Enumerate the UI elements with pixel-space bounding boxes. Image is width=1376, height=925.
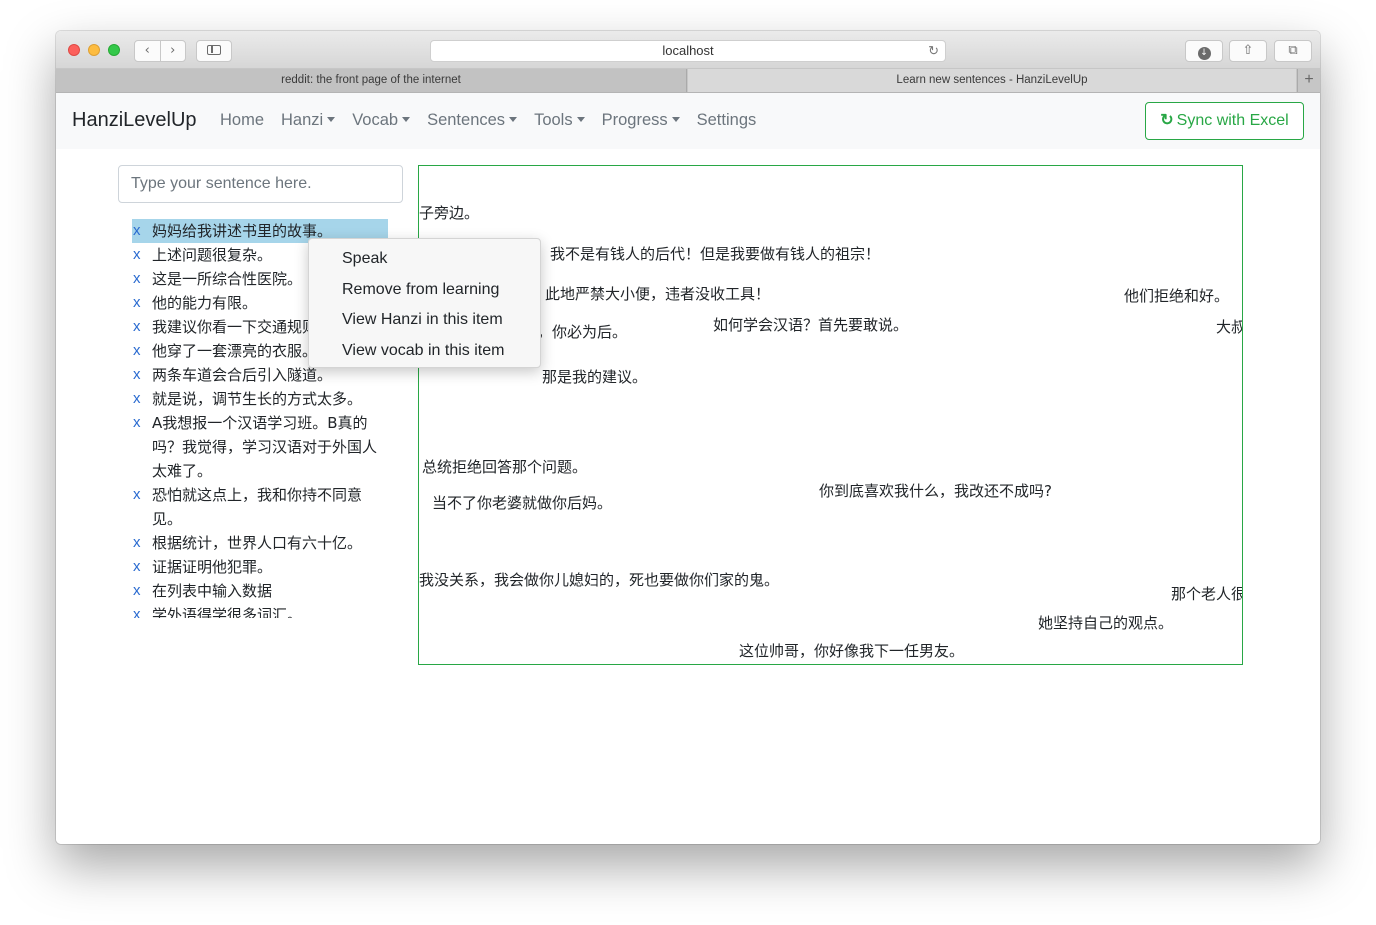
nav-vocab-dropdown[interactable]: Vocab [352,111,410,130]
sentence-text[interactable]: 在列表中输入数据 [152,579,388,603]
sidebar-toggle-button[interactable] [196,40,232,62]
share-icon: ⇧ [1242,43,1254,58]
tabs-icon: ⧉ [1288,43,1298,58]
new-tab-button[interactable]: + [1297,69,1320,92]
tab-hanzilevelup[interactable]: Learn new sentences - HanziLevelUp [688,69,1296,92]
sentence-text[interactable]: 学外语得学很多词汇。 [152,603,388,618]
floating-sentence[interactable]: 那个老人很 [1171,583,1242,604]
sentence-list-item[interactable]: x 就是说，调节生长的方式太多。 [132,387,388,411]
remove-sentence-button[interactable]: x [132,291,152,315]
browser-window: ‹ › localhost ↻ ↓ ⇧ ⧉ reddit: the front … [56,31,1320,844]
floating-sentence[interactable]: 她坚持自己的观点。 [1038,612,1173,633]
reload-icon[interactable]: ↻ [928,41,939,61]
floating-sentence[interactable]: 此地严禁大小便，违者没收工具！ [545,283,770,304]
remove-sentence-button[interactable]: x [132,339,152,363]
nav-tools-dropdown[interactable]: Tools [534,111,585,130]
sentence-input[interactable] [118,165,403,203]
nav-sentences-dropdown[interactable]: Sentences [427,111,517,130]
floating-sentence[interactable]: 他们拒绝和好。 [1124,285,1229,306]
sidebar-icon [207,45,221,55]
url-text: localhost [662,43,714,58]
remove-sentence-button[interactable]: x [132,603,152,618]
menu-item-remove-from-learning[interactable]: Remove from learning [309,275,540,306]
sentence-text[interactable]: 根据统计，世界人口有六十亿。 [152,531,388,555]
remove-sentence-button[interactable]: x [132,315,152,339]
nav-home[interactable]: Home [220,111,264,130]
floating-sentences-canvas: 子旁边。 我不是有钱人的后代！但是我要做有钱人的祖宗！ 此地严禁大小便，违者没收… [418,165,1243,665]
sync-with-excel-button[interactable]: ↻ Sync with Excel [1145,102,1304,140]
back-icon[interactable]: ‹ [135,41,161,61]
remove-sentence-button[interactable]: x [132,579,152,603]
floating-sentence[interactable]: 我不是有钱人的后代！但是我要做有钱人的祖宗！ [550,243,880,264]
tab-bar: reddit: the front page of the internet L… [56,69,1320,93]
brand-link[interactable]: HanziLevelUp [72,109,197,132]
downloads-button[interactable]: ↓ [1185,40,1223,62]
nav-settings[interactable]: Settings [697,111,757,130]
nav-hanzi-dropdown[interactable]: Hanzi [281,111,335,130]
sync-icon: ↻ [1160,112,1174,129]
floating-sentence[interactable]: 那是我的建议。 [542,366,647,387]
remove-sentence-button[interactable]: x [132,531,152,555]
sentence-list-item[interactable]: x A我想报一个汉语学习班。B真的吗？我觉得，学习汉语对于外国人太难了。 [132,411,388,483]
remove-sentence-button[interactable]: x [132,387,152,411]
sentence-list-item[interactable]: x 学外语得学很多词汇。 [132,603,388,618]
floating-sentence[interactable]: 如何学会汉语？首先要敢说。 [713,314,908,335]
show-tabs-button[interactable]: ⧉ [1274,40,1312,62]
floating-sentence[interactable]: 总统拒绝回答那个问题。 [422,456,587,477]
zoom-window-button[interactable] [108,44,120,56]
remove-sentence-button[interactable]: x [132,555,152,579]
sync-label: Sync with Excel [1176,112,1289,129]
floating-sentence[interactable]: 大叔 [1216,316,1242,337]
sentence-list-item[interactable]: x 在列表中输入数据 [132,579,388,603]
sentence-list-item[interactable]: x 证据证明他犯罪。 [132,555,388,579]
minimize-window-button[interactable] [88,44,100,56]
download-icon: ↓ [1197,47,1211,60]
floating-sentence[interactable]: 这位帅哥，你好像我下一任男友。 [739,640,964,661]
page-content: HanziLevelUp Home Hanzi Vocab Sentences … [56,93,1320,844]
tab-reddit[interactable]: reddit: the front page of the internet [56,69,687,92]
floating-sentence[interactable]: 子旁边。 [419,202,479,223]
app-navbar: HanziLevelUp Home Hanzi Vocab Sentences … [56,93,1320,149]
forward-icon[interactable]: › [161,41,186,61]
address-bar[interactable]: localhost ↻ [430,40,946,62]
history-nav: ‹ › [134,40,186,62]
sentence-list-item[interactable]: x 恐怕就这点上，我和你持不同意见。 [132,483,388,531]
menu-item-speak[interactable]: Speak [309,244,540,275]
sentence-text[interactable]: 就是说，调节生长的方式太多。 [152,387,388,411]
share-button[interactable]: ⇧ [1229,40,1267,62]
sentence-list-item[interactable]: x 根据统计，世界人口有六十亿。 [132,531,388,555]
menu-item-view-hanzi[interactable]: View Hanzi in this item [309,305,540,336]
context-menu: Speak Remove from learning View Hanzi in… [308,238,541,368]
remove-sentence-button[interactable]: x [132,267,152,291]
floating-sentence[interactable]: 你到底喜欢我什么，我改还不成吗? [819,480,1052,501]
remove-sentence-button[interactable]: x [132,363,152,387]
remove-sentence-button[interactable]: x [132,219,152,243]
close-window-button[interactable] [68,44,80,56]
sentence-text[interactable]: 恐怕就这点上，我和你持不同意见。 [152,483,388,531]
title-bar: ‹ › localhost ↻ ↓ ⇧ ⧉ [56,31,1320,69]
nav-progress-dropdown[interactable]: Progress [602,111,680,130]
menu-item-view-vocab[interactable]: View vocab in this item [309,336,540,367]
sentence-text[interactable]: 证据证明他犯罪。 [152,555,388,579]
remove-sentence-button[interactable]: x [132,243,152,267]
remove-sentence-button[interactable]: x [132,411,152,483]
floating-sentence[interactable]: ，你必为后。 [537,321,627,342]
nav-menu: Home Hanzi Vocab Sentences Tools Progres… [220,111,773,130]
remove-sentence-button[interactable]: x [132,483,152,531]
sentence-text[interactable]: A我想报一个汉语学习班。B真的吗？我觉得，学习汉语对于外国人太难了。 [152,411,388,483]
floating-sentence[interactable]: 我没关系，我会做你儿媳妇的，死也要做你们家的鬼。 [419,569,779,590]
floating-sentence[interactable]: 当不了你老婆就做你后妈。 [432,492,612,513]
